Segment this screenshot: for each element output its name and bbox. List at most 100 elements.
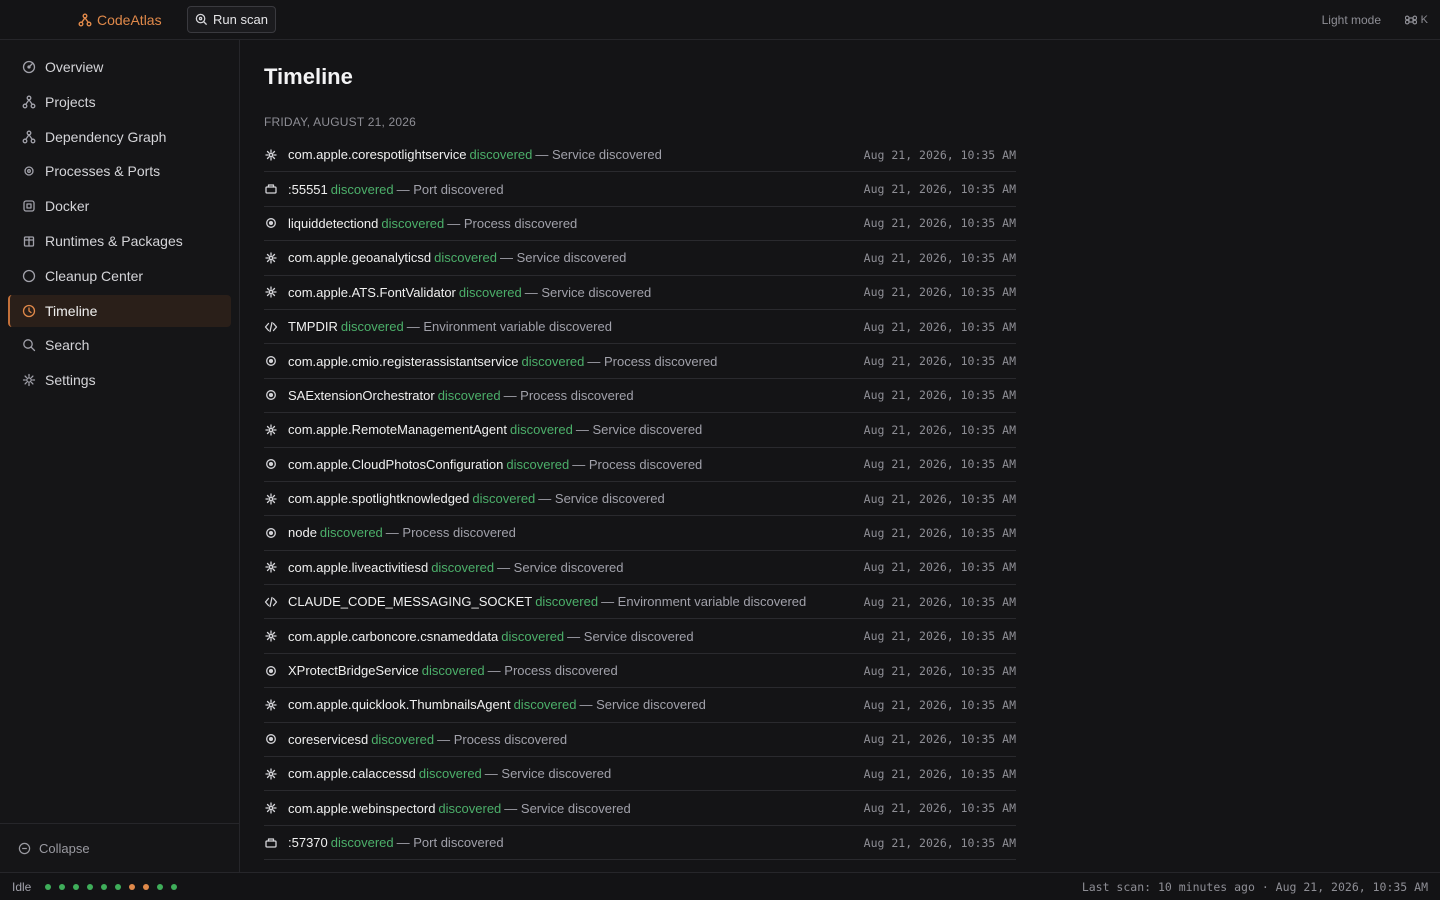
gear-icon [22, 373, 36, 387]
event-description: — Service discovered [499, 250, 627, 266]
timeline-event[interactable]: com.apple.spotlightknowledged discovered —… [264, 482, 1016, 517]
sidebar-item-projects[interactable]: Projects [8, 86, 231, 118]
timeline-event[interactable]: com.apple.RemoteManagementAgent discovere… [264, 413, 1016, 448]
event-time: Aug 21, 2026, 10:35 AM [863, 285, 1016, 300]
overview-icon [22, 60, 36, 74]
event-name: TMPDIR [288, 319, 338, 335]
sidebar-item-runtimes-packages[interactable]: Runtimes & Packages [8, 225, 231, 257]
timeline-event[interactable]: SAExtensionOrchestrator discovered — Proce… [264, 379, 1016, 414]
code-icon [264, 595, 278, 609]
event-description: — Environment variable discovered [406, 319, 612, 335]
run-scan-button[interactable]: Run scan [187, 6, 276, 33]
event-description: — Service discovered [579, 697, 706, 713]
command-icon [1404, 14, 1417, 26]
sidebar-item-overview[interactable]: Overview [8, 51, 231, 83]
timeline-event[interactable]: com.apple.webinspectord discovered — Servi… [264, 791, 1016, 826]
event-description: — Port discovered [396, 835, 504, 850]
process-icon [264, 664, 278, 678]
timeline-event[interactable]: com.apple.geoanalyticsd discovered — Servi… [264, 241, 1016, 276]
service-icon [264, 423, 278, 437]
status-dot [101, 883, 108, 890]
event-verb: discovered [521, 353, 585, 369]
timeline-event[interactable]: com.apple.liveactivitiesd discovered — Ser… [264, 551, 1016, 586]
status-dot [87, 883, 94, 890]
event-name: com.apple.CloudPhotosConfiguration [288, 456, 504, 472]
event-time: Aug 21, 2026, 10:35 AM [863, 835, 1016, 850]
event-name: com.apple.RemoteManagementAgent [288, 422, 507, 438]
timeline-event[interactable]: com.apple.corespotlightservice discovered… [264, 138, 1016, 173]
sidebar-item-dependency-graph[interactable]: Dependency Graph [8, 121, 231, 153]
timeline-event[interactable]: coreservicesd discovered — Process discove… [264, 723, 1016, 758]
process-icon [264, 457, 278, 471]
event-time: Aug 21, 2026, 10:35 AM [863, 525, 1016, 540]
event-verb: discovered [340, 319, 404, 335]
event-verb: discovered [431, 559, 495, 575]
event-name: com.apple.quicklook.ThumbnailsAgent [288, 697, 511, 713]
collapse-button[interactable]: Collapse [0, 823, 239, 872]
timeline-event[interactable]: :57370 discovered — Port discovered Aug 21,… [264, 826, 1016, 861]
event-description: — Service discovered [484, 766, 612, 782]
event-time: Aug 21, 2026, 10:35 AM [863, 766, 1016, 781]
collapse-label: Collapse [39, 840, 90, 856]
timeline-event[interactable]: XProtectBridgeService discovered — Process… [264, 654, 1016, 689]
timeline-event[interactable]: com.apple.carboncore.csnameddata discover… [264, 619, 1016, 654]
sidebar-item-search[interactable]: Search [8, 329, 231, 361]
event-name: com.apple.geoanalyticsd [288, 250, 432, 266]
timeline-event[interactable]: liquiddetectiond discovered — Process disc… [264, 207, 1016, 242]
event-description: — Process discovered [437, 731, 568, 747]
timeline-event[interactable]: com.apple.ATS.FontValidator discovered — S… [264, 276, 1016, 310]
sidebar-item-settings[interactable]: Settings [8, 364, 231, 396]
timeline-event[interactable]: TMPDIR discovered — Environment variable d… [264, 310, 1016, 345]
brand[interactable]: CodeAtlas [78, 0, 162, 40]
sidebar-item-label: Docker [45, 198, 90, 215]
timeline-event[interactable]: node discovered — Process discovered Aug 21… [264, 516, 1016, 551]
sidebar-item-label: Dependency Graph [45, 128, 167, 145]
event-time: Aug 21, 2026, 10:35 AM [863, 594, 1016, 609]
timeline-event[interactable]: com.apple.CloudPhotosConfiguration discov… [264, 448, 1016, 482]
timeline-event[interactable]: CLAUDE_CODE_MESSAGING_SOCKET discovered — … [264, 585, 1016, 620]
event-name: com.apple.calaccessd [288, 766, 416, 782]
event-description: — Port discovered [396, 181, 504, 197]
cleanup-icon [22, 269, 36, 283]
event-time: Aug 21, 2026, 10:35 AM [863, 388, 1016, 403]
event-time: Aug 21, 2026, 10:35 AM [863, 216, 1016, 231]
event-time: Aug 21, 2026, 10:35 AM [863, 629, 1016, 644]
event-time: Aug 21, 2026, 10:35 AM [863, 732, 1016, 747]
top-bar: CodeAtlas Run scan Light mode K [0, 0, 1440, 40]
date-header: FRIDAY, AUGUST 21, 2026 [264, 115, 417, 129]
event-name: liquiddetectiond [288, 215, 379, 231]
event-verb: discovered [535, 594, 599, 610]
event-verb: discovered [513, 697, 577, 713]
port-icon [264, 836, 278, 850]
event-time: Aug 21, 2026, 10:35 AM [863, 182, 1016, 197]
service-icon [264, 148, 278, 162]
event-description: — Process discovered [503, 387, 634, 403]
sidebar-item-processes-ports[interactable]: Processes & Ports [8, 155, 231, 187]
sidebar-item-label: Search [45, 337, 90, 354]
status-text: Idle [12, 879, 32, 894]
timeline-event[interactable]: com.apple.quicklook.ThumbnailsAgent disco… [264, 688, 1016, 723]
sidebar-item-timeline[interactable]: Timeline [8, 294, 231, 327]
event-time: Aug 21, 2026, 10:35 AM [863, 491, 1016, 506]
service-icon [264, 801, 278, 815]
shortcut-key: K [1420, 14, 1428, 26]
status-dot [115, 883, 122, 890]
service-icon [264, 492, 278, 506]
event-name: :57370 [288, 835, 328, 850]
last-scan-text: Last scan: 10 minutes ago · Aug 21, 2026… [1081, 880, 1428, 894]
clock-icon [22, 304, 36, 318]
command-palette-shortcut[interactable]: K [1404, 0, 1428, 40]
event-time: Aug 21, 2026, 10:35 AM [863, 422, 1016, 437]
sidebar-item-cleanup-center[interactable]: Cleanup Center [8, 260, 231, 292]
event-time: Aug 21, 2026, 10:35 AM [863, 801, 1016, 816]
event-verb: discovered [381, 215, 445, 231]
event-description: — Service discovered [575, 422, 703, 438]
timeline-event[interactable]: com.apple.calaccessd discovered — Service … [264, 757, 1016, 792]
event-description: — Service discovered [538, 491, 665, 507]
timeline-event[interactable]: com.apple.cmio.registerassistantservice d… [264, 344, 1016, 379]
process-icon [264, 732, 278, 746]
sidebar-item-docker[interactable]: Docker [8, 190, 231, 222]
timeline-event[interactable]: :55551 discovered — Port discovered Aug 21,… [264, 172, 1016, 207]
event-description: — Environment variable discovered [601, 594, 807, 610]
light-mode-toggle[interactable]: Light mode [1322, 0, 1381, 40]
